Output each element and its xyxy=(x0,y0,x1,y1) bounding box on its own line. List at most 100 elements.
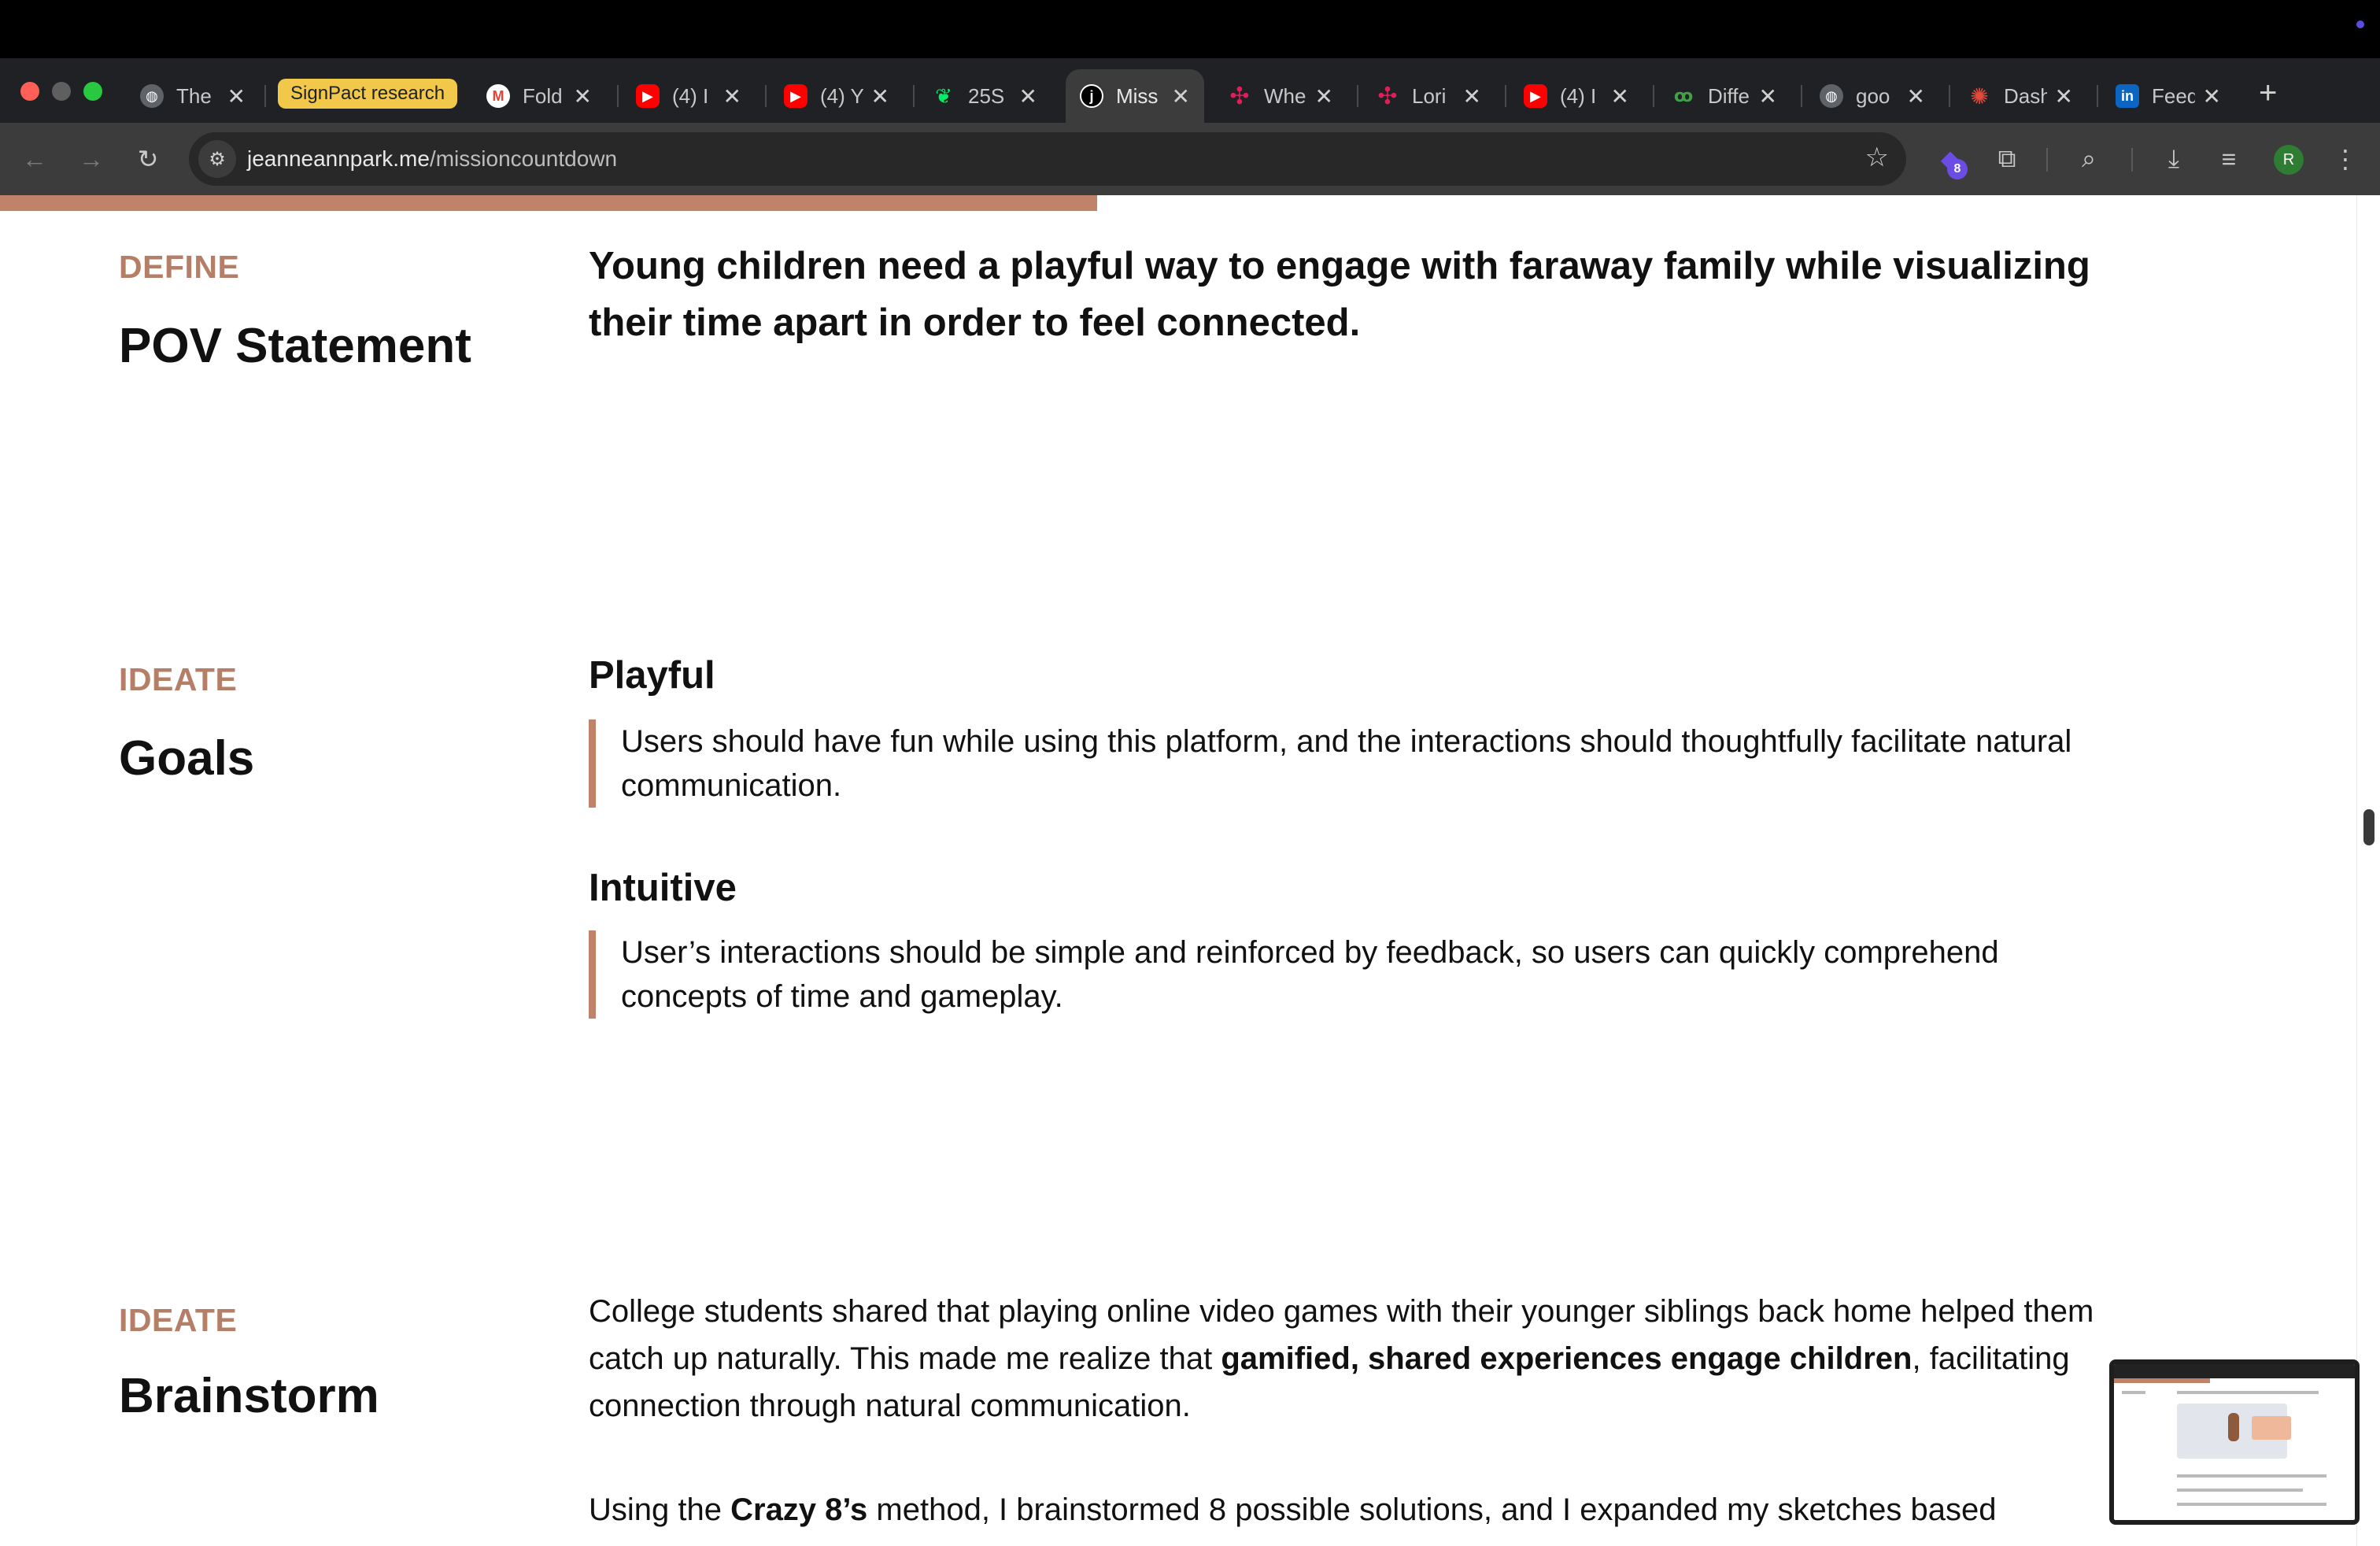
goals-title: Goals xyxy=(119,731,255,786)
close-icon[interactable]: ✕ xyxy=(723,83,741,109)
thumbnail-line xyxy=(2177,1489,2303,1492)
site-info-icon[interactable]: ⚙ xyxy=(198,140,236,178)
tab-4[interactable]: ❦ 25S ✕ xyxy=(918,69,1051,123)
ideate-brainstorm-label: IDEATE xyxy=(119,1302,238,1338)
canvas-icon: ✺ xyxy=(1968,84,1991,109)
screenshot-preview-thumbnail[interactable] xyxy=(2109,1359,2360,1525)
tab-3[interactable]: ▶ (4) Y ✕ xyxy=(770,69,904,123)
tab-8[interactable]: ▶ (4) I ✕ xyxy=(1510,69,1643,123)
tab-divider xyxy=(617,85,619,107)
close-icon[interactable]: ✕ xyxy=(227,83,246,109)
url-host: jeanneannpark.me xyxy=(247,146,430,171)
tab-divider xyxy=(765,85,767,107)
tab-divider xyxy=(1949,85,1950,107)
url-path: /missioncountdown xyxy=(429,146,618,171)
menu-bar xyxy=(0,0,2380,58)
bookmark-star-icon[interactable]: ☆ xyxy=(1865,142,1889,173)
thumbnail-progress xyxy=(2114,1378,2211,1383)
brainstorm-p2-text: Using the xyxy=(589,1492,731,1527)
brainstorm-title: Brainstorm xyxy=(119,1369,379,1423)
page-content: DEFINE POV Statement Young children need… xyxy=(0,195,2356,1546)
tab-divider xyxy=(2097,85,2098,107)
mongodb-leaf-icon: ❦ xyxy=(932,84,955,108)
youtube-icon: ▶ xyxy=(784,84,808,108)
tab-0[interactable]: ◍ The ✕ xyxy=(126,69,260,123)
tab-divider xyxy=(1653,85,1654,107)
brainstorm-p2-text-end: method, I brainstormed 8 possible soluti… xyxy=(867,1492,1997,1527)
scrollbar-thumb[interactable] xyxy=(2363,809,2374,845)
close-icon[interactable]: ✕ xyxy=(871,83,889,109)
zoom-window-button[interactable] xyxy=(83,82,102,101)
close-icon[interactable]: ✕ xyxy=(1172,83,1190,109)
close-icon[interactable]: ✕ xyxy=(1019,83,1037,109)
close-window-button[interactable] xyxy=(20,82,39,101)
thumbnail-line xyxy=(2177,1391,2319,1394)
back-arrow-icon[interactable]: ← xyxy=(16,140,54,178)
slack-icon: ✣ xyxy=(1376,83,1399,109)
close-icon[interactable]: ✕ xyxy=(1315,83,1333,109)
profile-avatar[interactable]: R xyxy=(2274,145,2304,175)
close-icon[interactable]: ✕ xyxy=(2055,83,2073,109)
tab-strip: ◍ The ✕ SignPact research M Fold ✕ ▶ (4)… xyxy=(0,58,2380,123)
brainstorm-p2-bold: Crazy 8’s xyxy=(730,1492,868,1527)
tab-10[interactable]: ◍ goo ✕ xyxy=(1805,69,1939,123)
tab-search-icon[interactable]: ⌕ xyxy=(2070,140,2108,178)
extension-badge: 8 xyxy=(1947,159,1968,179)
site-j-icon: j xyxy=(1080,84,1103,108)
goal-intuitive-quote: User’s interactions should be simple and… xyxy=(589,930,2131,1019)
thumbnail-line xyxy=(2122,1391,2145,1394)
address-bar[interactable]: ⚙ jeanneannpark.me/missioncountdown ☆ xyxy=(189,132,1906,186)
tab-6[interactable]: ✣ Whe ✕ xyxy=(1214,69,1347,123)
brainstorm-p1-bold: gamified, shared experiences engage chil… xyxy=(1221,1341,1913,1376)
tab-7[interactable]: ✣ Lori ✕ xyxy=(1362,69,1495,123)
slack-icon: ✣ xyxy=(1228,83,1251,109)
thumbnail-figure xyxy=(2228,1413,2239,1441)
define-label: DEFINE xyxy=(119,249,240,285)
close-icon[interactable]: ✕ xyxy=(1759,83,1777,109)
minimize-window-button[interactable] xyxy=(52,82,71,101)
tab-divider xyxy=(1505,85,1506,107)
close-icon[interactable]: ✕ xyxy=(1611,83,1629,109)
gmail-icon: M xyxy=(486,84,510,108)
goal-playful-quote: Users should have fun while using this p… xyxy=(589,719,2131,808)
download-icon[interactable]: ⤓ xyxy=(2155,140,2193,178)
pov-statement-title: POV Statement xyxy=(119,319,471,373)
tab-divider xyxy=(264,85,266,107)
thumbnail-line xyxy=(2177,1474,2326,1478)
ideate-goals-label: IDEATE xyxy=(119,661,238,697)
menu-kebab-icon[interactable]: ⋮ xyxy=(2326,140,2364,178)
status-dot xyxy=(2356,20,2364,28)
goal-playful-heading: Playful xyxy=(589,654,715,697)
globe-icon: ◍ xyxy=(1820,84,1843,108)
toolbar-divider xyxy=(2046,148,2048,172)
close-icon[interactable]: ✕ xyxy=(2203,83,2221,109)
close-icon[interactable]: ✕ xyxy=(1907,83,1925,109)
close-icon[interactable]: ✕ xyxy=(574,83,592,109)
youtube-icon: ▶ xyxy=(636,84,660,108)
youtube-icon: ▶ xyxy=(1524,84,1547,108)
goal-intuitive-heading: Intuitive xyxy=(589,867,737,909)
url-text[interactable]: jeanneannpark.me/missioncountdown xyxy=(247,146,617,172)
page-scrollbar[interactable] xyxy=(2356,195,2380,1546)
brainstorm-paragraph-2: Using the Crazy 8’s method, I brainstorm… xyxy=(589,1486,2131,1533)
tab-divider xyxy=(1357,85,1358,107)
media-control-icon[interactable]: ≡ xyxy=(2210,140,2248,178)
tab-divider xyxy=(913,85,915,107)
tab-group-label[interactable]: SignPact research xyxy=(278,79,458,109)
tab-5-active[interactable]: j Miss ✕ xyxy=(1066,69,1204,123)
tab-12[interactable]: in Feed ✕ xyxy=(2101,69,2235,123)
globe-icon: ◍ xyxy=(140,84,164,108)
extensions-puzzle-icon[interactable]: ⧉ xyxy=(1988,140,2026,178)
tab-2[interactable]: ▶ (4) I ✕ xyxy=(622,69,756,123)
tab-divider xyxy=(1801,85,1802,107)
brainstorm-paragraph-1: College students shared that playing onl… xyxy=(589,1288,2131,1429)
reload-icon[interactable]: ↻ xyxy=(129,140,167,178)
tab-11[interactable]: ✺ Dash ✕ xyxy=(1953,69,2087,123)
close-icon[interactable]: ✕ xyxy=(1463,83,1481,109)
thumbnail-image xyxy=(2252,1416,2291,1440)
tab-1[interactable]: M Fold ✕ xyxy=(472,69,606,123)
forward-arrow-icon[interactable]: → xyxy=(72,140,110,178)
linkedin-icon: in xyxy=(2116,84,2139,108)
new-tab-button[interactable]: + xyxy=(2259,76,2277,111)
tab-9[interactable]: ꝏ Diffe ✕ xyxy=(1658,69,1791,123)
